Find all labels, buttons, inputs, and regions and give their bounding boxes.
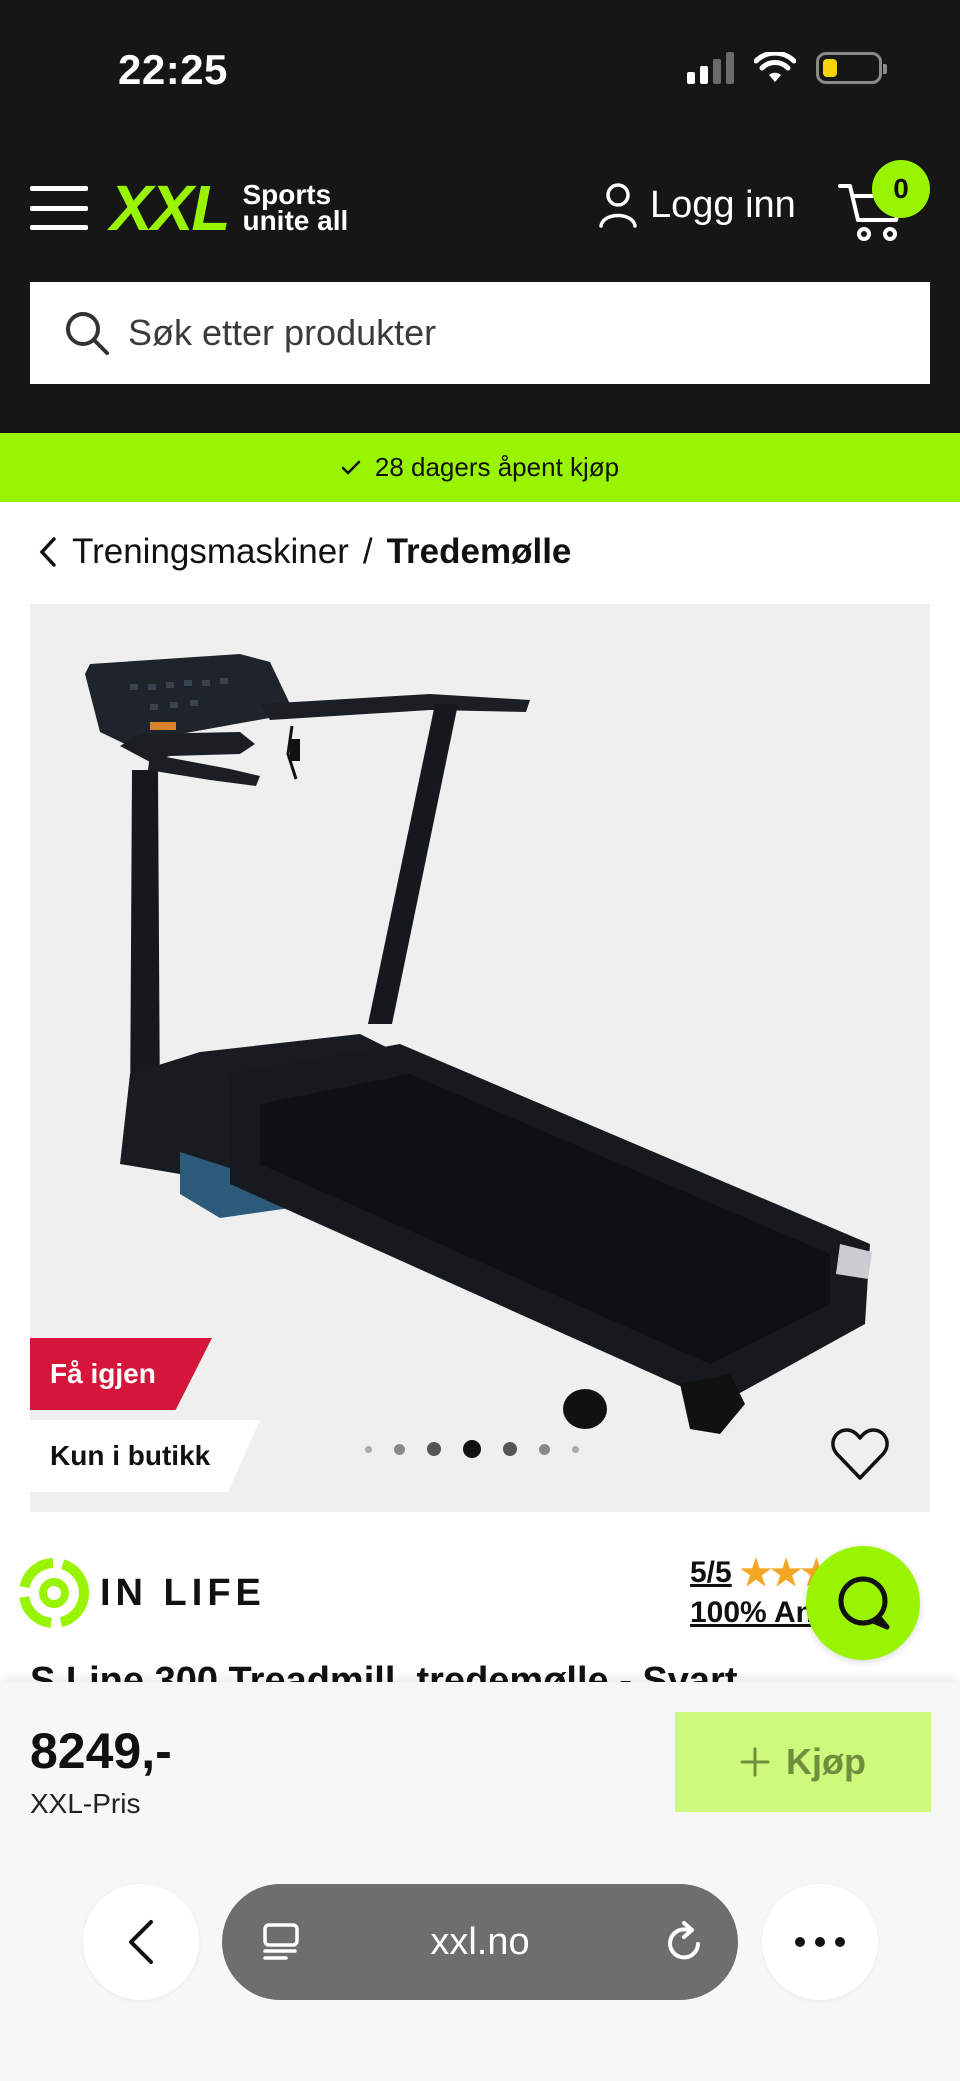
breadcrumb-current: Tredemølle (386, 532, 572, 571)
logo-tagline-line2: unite all (242, 205, 349, 236)
breadcrumb: Treningsmaskiner / Tredemølle (38, 532, 571, 572)
more-dot (795, 1937, 805, 1947)
browser-url: xxl.no (430, 1920, 530, 1963)
rating-score: 5/5 (690, 1556, 732, 1589)
brand-name: IN LIFE (100, 1571, 266, 1614)
menu-button[interactable] (30, 186, 88, 230)
browser-more-button[interactable] (762, 1884, 878, 2000)
buy-label: Kjøp (786, 1741, 866, 1782)
rating-recommend: 100% An (690, 1596, 814, 1629)
logo-tagline: Sports unite all (242, 181, 349, 236)
availability-badge: Kun i butikk (30, 1420, 260, 1492)
login-label: Logg inn (650, 183, 796, 226)
breadcrumb-separator: / (362, 532, 373, 571)
chat-bubble-icon (838, 1576, 890, 1630)
cellular-signal-icon (687, 52, 734, 84)
browser-address-bar[interactable]: xxl.no (222, 1884, 738, 2000)
cart-count-badge: 0 (872, 160, 930, 218)
breadcrumb-parent[interactable]: Treningsmaskiner (72, 532, 349, 572)
chevron-left-icon[interactable] (38, 536, 58, 568)
plus-icon (740, 1747, 770, 1777)
checkmark-icon (341, 460, 361, 475)
buy-button[interactable]: Kjøp (675, 1712, 931, 1812)
more-dot (815, 1937, 825, 1947)
gallery-dot[interactable] (427, 1442, 441, 1456)
more-dot (835, 1937, 845, 1947)
user-icon (599, 183, 637, 228)
status-icons (687, 52, 887, 84)
status-time: 22:25 (118, 46, 228, 93)
brand-logo[interactable]: IN LIFE (16, 1555, 266, 1631)
gallery-dot[interactable] (365, 1445, 372, 1453)
wifi-icon (754, 52, 796, 82)
favorite-heart-icon[interactable] (830, 1426, 890, 1482)
site-header: 22:25 XXL Sports unite all Logg inn 0 (0, 0, 960, 433)
search-input[interactable] (128, 312, 908, 354)
gallery-dot[interactable] (394, 1443, 405, 1455)
promo-text: 28 dagers åpent kjøp (374, 452, 620, 482)
product-title: S Line 300 Treadmill, tredemølle - Svart (30, 1660, 738, 1682)
chevron-left-icon (129, 1920, 153, 1964)
login-button[interactable]: Logg inn (598, 182, 796, 228)
search-bar[interactable] (30, 282, 930, 384)
price-label: XXL-Pris (30, 1788, 141, 1819)
gallery-dot[interactable] (539, 1443, 550, 1455)
browser-back-button[interactable] (83, 1884, 199, 2000)
logo-mark: XXL (110, 172, 230, 244)
sticky-buy-bar: 8249,- XXL-Pris Kjøp xxl.no (0, 1682, 960, 2081)
gallery-dot[interactable] (572, 1445, 579, 1453)
promo-banner: 28 dagers åpent kjøp (0, 433, 960, 502)
search-icon (66, 312, 109, 355)
battery-icon (816, 52, 887, 84)
gallery-dot[interactable] (503, 1442, 517, 1456)
product-price: 8249,- (30, 1723, 172, 1779)
gallery-dot-active[interactable] (463, 1440, 481, 1458)
page-menu-icon (263, 1923, 299, 1960)
product-image-gallery[interactable]: Få igjen Kun i butikk (30, 604, 930, 1512)
xxl-logo[interactable]: XXL Sports unite all (110, 176, 348, 240)
reload-icon[interactable] (664, 1920, 706, 1964)
chat-button[interactable] (806, 1546, 920, 1660)
gallery-pagination[interactable] (365, 1440, 579, 1458)
brand-emblem-icon (19, 1558, 89, 1628)
